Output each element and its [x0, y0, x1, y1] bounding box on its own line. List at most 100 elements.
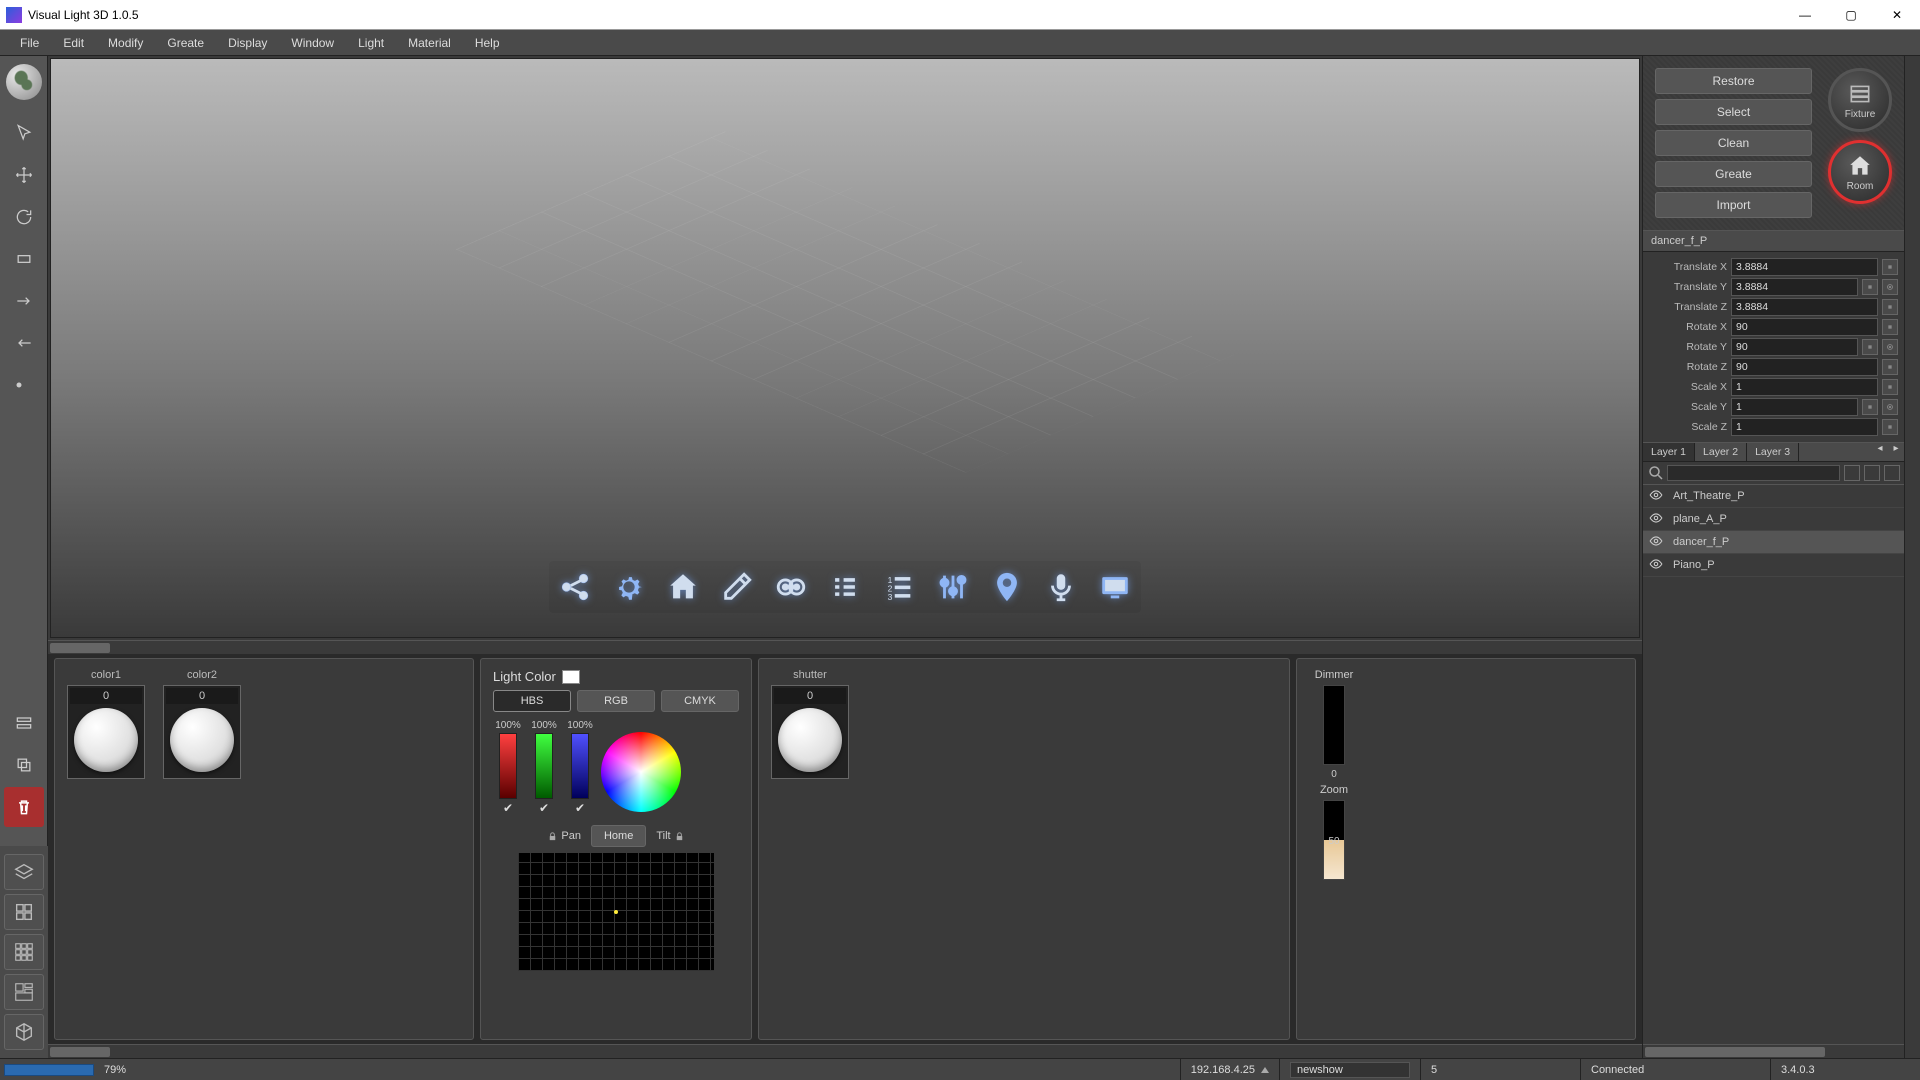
target-icon[interactable] — [1882, 279, 1898, 295]
target-icon[interactable] — [1882, 399, 1898, 415]
menu-help[interactable]: Help — [463, 32, 512, 54]
keyframe-icon[interactable] — [1882, 299, 1898, 315]
menu-modify[interactable]: Modify — [96, 32, 155, 54]
tab-rgb[interactable]: RGB — [577, 690, 655, 712]
target-icon[interactable] — [1882, 339, 1898, 355]
red-slider[interactable]: 100%✔ — [493, 720, 523, 815]
grid-3x3-icon[interactable] — [4, 934, 44, 970]
maximize-button[interactable]: ▢ — [1828, 0, 1874, 30]
location-pin-icon[interactable] — [985, 565, 1029, 609]
layer-3-tab[interactable]: Layer 3 — [1747, 443, 1799, 461]
cube-view-icon[interactable] — [4, 1014, 44, 1050]
prop-value[interactable]: 3.8884 — [1731, 298, 1878, 316]
keyframe-icon[interactable] — [1862, 399, 1878, 415]
outliner-item[interactable]: dancer_f_P — [1643, 531, 1904, 554]
restore-button[interactable]: Restore — [1655, 68, 1812, 94]
visibility-eye-icon[interactable] — [1649, 534, 1665, 550]
point-tool[interactable] — [4, 365, 44, 405]
clean-button[interactable]: Clean — [1655, 130, 1812, 156]
layer-2-tab[interactable]: Layer 2 — [1695, 443, 1747, 461]
grid-mixed-icon[interactable] — [4, 974, 44, 1010]
tab-hbs[interactable]: HBS — [493, 690, 571, 712]
import-button[interactable]: Import — [1655, 192, 1812, 218]
color-wheel[interactable] — [601, 732, 681, 812]
keyframe-icon[interactable] — [1862, 339, 1878, 355]
prop-value[interactable]: 3.8884 — [1731, 258, 1878, 276]
keyframe-icon[interactable] — [1862, 279, 1878, 295]
prop-value[interactable]: 1 — [1731, 378, 1878, 396]
layer-tool[interactable] — [4, 703, 44, 743]
outliner-item[interactable]: Art_Theatre_P — [1643, 485, 1904, 508]
outliner-item[interactable]: Piano_P — [1643, 554, 1904, 577]
outliner-item[interactable]: plane_A_P — [1643, 508, 1904, 531]
room-mode-button[interactable]: Room — [1828, 140, 1892, 204]
show-name-input[interactable] — [1290, 1062, 1410, 1078]
keyframe-icon[interactable] — [1882, 419, 1898, 435]
right-scrollbar[interactable] — [1904, 56, 1920, 1058]
fixture-mode-button[interactable]: Fixture — [1828, 68, 1892, 132]
arrow-right-tool[interactable] — [4, 281, 44, 321]
prop-value[interactable]: 90 — [1731, 318, 1878, 336]
prop-value[interactable]: 90 — [1731, 338, 1858, 356]
grid-2x2-icon[interactable] — [4, 894, 44, 930]
visibility-eye-icon[interactable] — [1649, 488, 1665, 504]
color1-swatch[interactable]: color1 0 — [67, 669, 145, 779]
dimmer-slider[interactable] — [1323, 685, 1345, 765]
move-tool[interactable] — [4, 155, 44, 195]
menu-greate[interactable]: Greate — [155, 32, 216, 54]
eyedropper-icon[interactable] — [715, 565, 759, 609]
menu-display[interactable]: Display — [216, 32, 279, 54]
3d-viewport[interactable]: 123 — [50, 58, 1640, 638]
layers-next-icon[interactable]: ▸ — [1888, 443, 1904, 461]
keyframe-icon[interactable] — [1882, 319, 1898, 335]
pan-tilt-grid[interactable] — [518, 853, 714, 971]
layers-prev-icon[interactable]: ◂ — [1872, 443, 1888, 461]
layers-view-icon[interactable] — [4, 854, 44, 890]
visibility-eye-icon[interactable] — [1649, 511, 1665, 527]
keyframe-icon[interactable] — [1882, 359, 1898, 375]
viewport-scrollbar[interactable] — [48, 640, 1642, 654]
status-ip[interactable]: 192.168.4.25 — [1180, 1059, 1279, 1080]
share-icon[interactable] — [553, 565, 597, 609]
search-icon[interactable] — [1647, 464, 1665, 482]
select-button[interactable]: Select — [1655, 99, 1812, 125]
green-slider[interactable]: 100%✔ — [529, 720, 559, 815]
menu-window[interactable]: Window — [279, 32, 346, 54]
visibility-eye-icon[interactable] — [1649, 557, 1665, 573]
gear-icon[interactable] — [607, 565, 651, 609]
home-icon[interactable] — [661, 565, 705, 609]
globe-icon[interactable] — [6, 64, 42, 100]
numbered-list-icon[interactable]: 123 — [877, 565, 921, 609]
prop-value[interactable]: 90 — [1731, 358, 1878, 376]
home-button[interactable]: Home — [591, 825, 646, 847]
outliner-scrollbar[interactable] — [1643, 1044, 1904, 1058]
select-tool[interactable] — [4, 113, 44, 153]
menu-material[interactable]: Material — [396, 32, 463, 54]
copy-tool[interactable] — [4, 745, 44, 785]
prop-value[interactable]: 1 — [1731, 418, 1878, 436]
search-opt2-icon[interactable] — [1864, 465, 1880, 481]
rotate-tool[interactable] — [4, 197, 44, 237]
color2-swatch[interactable]: color2 0 — [163, 669, 241, 779]
tab-cmyk[interactable]: CMYK — [661, 690, 739, 712]
scale-tool[interactable] — [4, 239, 44, 279]
layer-1-tab[interactable]: Layer 1 — [1643, 443, 1695, 461]
menu-file[interactable]: File — [8, 32, 51, 54]
prop-value[interactable]: 1 — [1731, 398, 1858, 416]
mic-icon[interactable] — [1039, 565, 1083, 609]
keyframe-icon[interactable] — [1882, 259, 1898, 275]
arrow-left-tool[interactable] — [4, 323, 44, 363]
minimize-button[interactable]: — — [1782, 0, 1828, 30]
greate-button[interactable]: Greate — [1655, 161, 1812, 187]
blue-slider[interactable]: 100%✔ — [565, 720, 595, 815]
shutter-swatch[interactable]: shutter 0 — [771, 669, 849, 779]
menu-edit[interactable]: Edit — [51, 32, 96, 54]
list-icon[interactable] — [823, 565, 867, 609]
search-input[interactable] — [1667, 465, 1840, 481]
screen-icon[interactable] — [1093, 565, 1137, 609]
menu-light[interactable]: Light — [346, 32, 396, 54]
search-opt3-icon[interactable] — [1884, 465, 1900, 481]
prop-value[interactable]: 3.8884 — [1731, 278, 1858, 296]
delete-tool[interactable] — [4, 787, 44, 827]
search-opt1-icon[interactable] — [1844, 465, 1860, 481]
